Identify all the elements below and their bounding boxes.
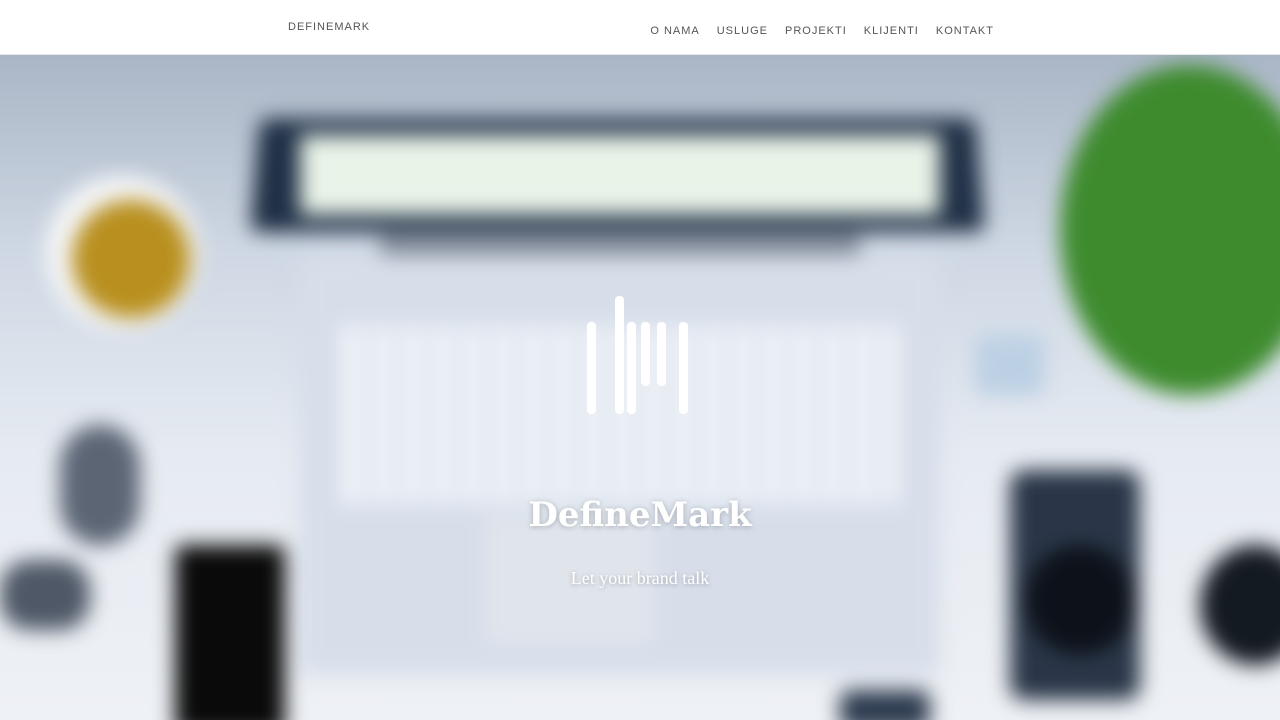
nav-item-projekti: PROJEKTI — [785, 21, 847, 39]
nav-item-o-nama: O NAMA — [650, 21, 699, 39]
nav-link-o-nama[interactable]: O NAMA — [650, 25, 699, 37]
dm-monogram-icon — [587, 296, 688, 414]
hero-content: DefineMark Let your brand talk — [0, 55, 1280, 720]
hero-title: DefineMark — [528, 495, 752, 535]
nav-link-klijenti[interactable]: KLIJENTI — [864, 25, 919, 37]
nav-link-usluge[interactable]: USLUGE — [717, 25, 768, 37]
hero-section: DefineMark Let your brand talk — [0, 55, 1280, 720]
main-nav: O NAMA USLUGE PROJEKTI KLIJENTI KONTAKT — [650, 21, 994, 39]
nav-item-klijenti: KLIJENTI — [864, 21, 919, 39]
brand-link[interactable]: DEFINEMARK — [288, 21, 370, 33]
nav-link-projekti[interactable]: PROJEKTI — [785, 25, 847, 37]
nav-item-kontakt: KONTAKT — [936, 21, 994, 39]
nav-item-usluge: USLUGE — [717, 21, 768, 39]
navbar: DEFINEMARK O NAMA USLUGE PROJEKTI KLIJEN… — [0, 0, 1280, 55]
hero-subtitle: Let your brand talk — [570, 568, 710, 588]
nav-link-kontakt[interactable]: KONTAKT — [936, 25, 994, 37]
